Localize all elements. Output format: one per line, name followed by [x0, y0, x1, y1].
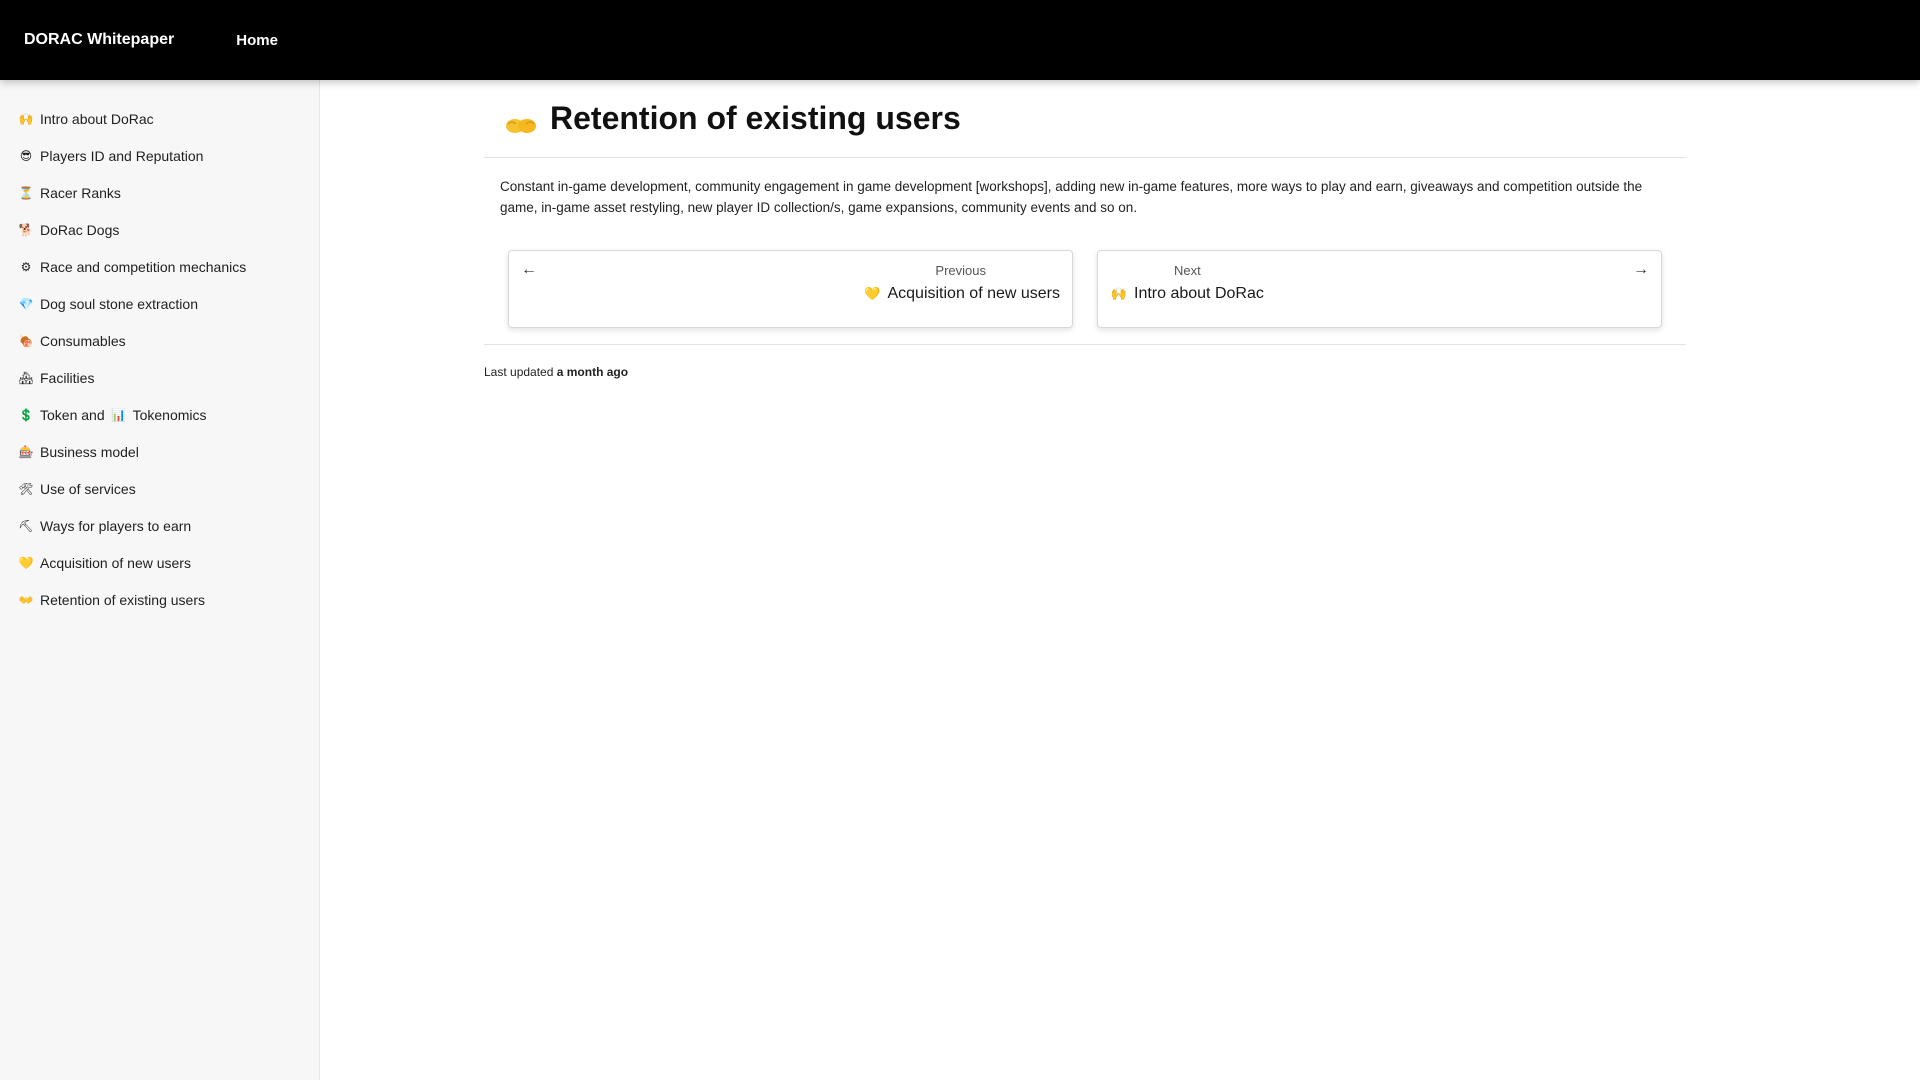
- sidebar-item-soul-stone[interactable]: 💎 Dog soul stone extraction: [0, 285, 319, 322]
- main-content: Retention of existing users Constant in-…: [484, 80, 1686, 379]
- previous-title-text: Acquisition of new users: [887, 285, 1060, 302]
- tools-icon: 🛠: [18, 481, 34, 496]
- raised-hands-icon: 🙌: [1110, 286, 1128, 301]
- sidebar-item-acquisition[interactable]: 💛 Acquisition of new users: [0, 544, 319, 581]
- page-header: Retention of existing users: [484, 80, 1686, 158]
- sidebar-item-intro[interactable]: 🙌 Intro about DoRac: [0, 100, 319, 137]
- last-updated-value: a month ago: [556, 365, 629, 379]
- open-hands-icon: [506, 118, 536, 133]
- sidebar-item-label: Dog soul stone extraction: [40, 295, 198, 312]
- page-body-text: Constant in-game development, community …: [500, 179, 1643, 215]
- page-title: Retention of existing users: [550, 100, 961, 136]
- sidebar-item-race-mechanics[interactable]: ⚙ Race and competition mechanics: [0, 248, 319, 285]
- sunglasses-face-icon: 😎: [19, 148, 33, 163]
- sidebar-item-consumables[interactable]: 🍖 Consumables: [0, 322, 319, 359]
- sidebar-item-ways-to-earn[interactable]: ⛏ Ways for players to earn: [0, 507, 319, 544]
- sidebar-item-retention[interactable]: 👐 Retention of existing users: [0, 581, 319, 618]
- sidebar-item-label: Ways for players to earn: [40, 517, 192, 534]
- sidebar-item-label: Racer Ranks: [40, 184, 121, 201]
- sidebar-item-dorac-dogs[interactable]: 🐕 DoRac Dogs: [0, 211, 319, 248]
- gem-icon: 💎: [18, 296, 34, 311]
- arrow-left-icon: ←: [521, 261, 537, 278]
- dollar-icon: 💲: [18, 407, 34, 422]
- brand-title[interactable]: DORAC Whitepaper: [24, 31, 174, 49]
- sidebar-item-label: Use of services: [40, 480, 136, 497]
- open-hands-icon: 👐: [18, 592, 34, 607]
- sidebar-item-label: Intro about DoRac: [40, 110, 154, 127]
- sidebar-item-facilities[interactable]: 🏘 Facilities: [0, 359, 319, 396]
- sidebar-item-players-id[interactable]: 😎 Players ID and Reputation: [0, 137, 319, 174]
- next-title-text: Intro about DoRac: [1134, 285, 1264, 302]
- previous-title: 💛 Acquisition of new users: [863, 285, 1060, 303]
- bar-chart-icon: 📊: [111, 407, 127, 422]
- sidebar-item-racer-ranks[interactable]: ⏳ Racer Ranks: [0, 174, 319, 211]
- sidebar-item-label: Business model: [40, 443, 139, 460]
- sidebar-item-tokenomics[interactable]: 💲 Token and 📊 Tokenomics: [0, 396, 319, 433]
- last-updated: Last updated a month ago: [484, 365, 1686, 379]
- sidebar-item-label-2: Tokenomics: [132, 406, 207, 423]
- nav-home-link[interactable]: Home: [236, 32, 278, 49]
- arrow-right-icon: →: [1633, 261, 1649, 278]
- next-title: 🙌 Intro about DoRac: [1110, 285, 1264, 303]
- sidebar-item-label: Facilities: [40, 369, 95, 386]
- slot-machine-icon: 🎰: [18, 444, 34, 459]
- hourglass-icon: ⏳: [18, 185, 34, 200]
- last-updated-prefix: Last updated: [484, 365, 554, 379]
- heart-icon: 💛: [18, 555, 34, 570]
- next-page-link[interactable]: → Next 🙌 Intro about DoRac: [1097, 250, 1662, 328]
- sidebar-item-label: Acquisition of new users: [40, 554, 191, 571]
- top-navbar: DORAC Whitepaper Home: [0, 0, 1920, 80]
- sidebar-item-label: Players ID and Reputation: [40, 147, 204, 164]
- heart-icon: 💛: [864, 286, 881, 301]
- sidebar-item-use-of-services[interactable]: 🛠 Use of services: [0, 470, 319, 507]
- pick-icon: ⛏: [18, 518, 34, 533]
- divider: [484, 344, 1686, 345]
- sidebar: 🙌 Intro about DoRac 😎 Players ID and Rep…: [0, 80, 320, 1080]
- sidebar-item-label: Race and competition mechanics: [40, 258, 247, 275]
- sidebar-item-label: Retention of existing users: [40, 591, 205, 608]
- raised-hands-icon: 🙌: [18, 111, 34, 126]
- next-caption: Next: [1174, 263, 1201, 278]
- sidebar-item-label: Token and: [40, 406, 105, 423]
- page-pagination: ← Previous 💛 Acquisition of new users → …: [508, 250, 1662, 328]
- previous-page-link[interactable]: ← Previous 💛 Acquisition of new users: [508, 250, 1073, 328]
- meat-icon: 🍖: [18, 333, 34, 348]
- previous-caption: Previous: [935, 263, 986, 278]
- sidebar-item-label: DoRac Dogs: [40, 221, 120, 238]
- sidebar-item-business-model[interactable]: 🎰 Business model: [0, 433, 319, 470]
- gear-icon: ⚙: [20, 259, 32, 274]
- sidebar-item-label: Consumables: [40, 332, 126, 349]
- dog-icon: 🐕: [18, 222, 34, 237]
- houses-icon: 🏘: [18, 370, 34, 385]
